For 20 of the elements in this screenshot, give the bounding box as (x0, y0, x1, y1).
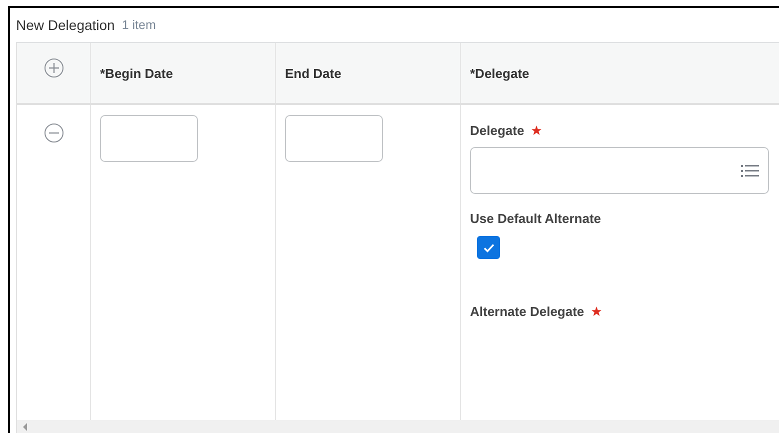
section-title: New Delegation (16, 17, 115, 33)
field-label: Delegate (470, 122, 524, 138)
column-header: *Delegate (470, 66, 530, 80)
checkmark-icon (482, 242, 494, 252)
date-field[interactable] (100, 115, 198, 162)
horizontal-scrollbar[interactable] (17, 420, 779, 433)
plus-icon (44, 58, 64, 78)
column-header: End Date (285, 66, 342, 80)
minus-icon (44, 123, 64, 143)
item-count: 1 item (122, 18, 156, 32)
list-icon (741, 164, 759, 178)
column-header: *Begin Date (100, 66, 173, 80)
remove-row-button[interactable] (44, 123, 64, 143)
add-row-button[interactable] (44, 58, 64, 78)
field-label: Use Default Alternate (470, 210, 601, 226)
date-field[interactable] (285, 115, 383, 162)
checkbox[interactable] (477, 236, 500, 259)
scroll-left-icon[interactable] (22, 422, 28, 430)
delegate-field[interactable] (470, 147, 769, 194)
field-label: Alternate Delegate (470, 304, 584, 318)
